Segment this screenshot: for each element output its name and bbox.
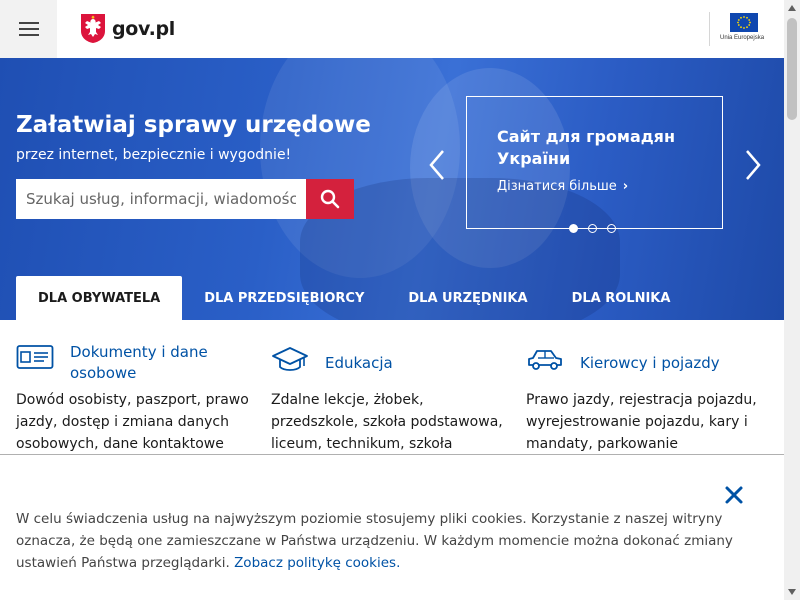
scrollbar-thumb[interactable] (787, 18, 797, 120)
tab-dla-przedsiebiorcy[interactable]: DLA PRZEDSIĘBIORCY (182, 276, 386, 320)
carousel-prev-button[interactable] (426, 148, 450, 182)
page-scrollbar[interactable] (784, 0, 800, 600)
hero-banner: Załatwiaj sprawy urzędowe przez internet… (0, 58, 784, 320)
search-bar (16, 179, 354, 219)
site-header: gov.pl Unia Europejska (0, 0, 784, 58)
cookie-text: W celu świadczenia usług na najwyższym p… (16, 508, 756, 574)
slide-title: Сайт для громадян України (497, 127, 676, 168)
tab-dla-rolnika[interactable]: DLA ROLNIKA (550, 276, 693, 320)
hero-title: Załatwiaj sprawy urzędowe (16, 112, 371, 138)
search-icon (320, 189, 340, 209)
category-title: Dokumenty i dane osobowe (70, 343, 208, 382)
category-description: Prawo jazdy, rejestracja pojazdu, wyreje… (526, 392, 757, 452)
carousel-dot[interactable] (588, 224, 597, 233)
cookie-banner: W celu świadczenia usług na najwyższym p… (0, 454, 784, 600)
car-icon (528, 350, 562, 370)
triangle-down-icon (788, 589, 796, 595)
govpl-logo[interactable]: gov.pl (80, 13, 175, 44)
tab-dla-obywatela[interactable]: DLA OBYWATELA (16, 276, 183, 320)
hero-subtitle: przez internet, bezpiecznie i wygodnie! (16, 147, 292, 163)
polish-eagle-emblem-icon (81, 14, 105, 43)
slide-link[interactable]: Дізнатися більше › (497, 179, 628, 194)
slide-link-label: Дізнатися більше (497, 179, 617, 194)
category-description: Dowód osobisty, paszport, prawo jazdy, d… (16, 392, 249, 452)
tab-dla-urzednika[interactable]: DLA URZĘDNIKA (386, 276, 549, 320)
category-title: Edukacja (325, 354, 393, 372)
chevron-right-icon: › (622, 179, 629, 194)
chevron-left-icon (429, 150, 444, 180)
carousel-dot[interactable] (607, 224, 616, 233)
cookie-policy-link[interactable]: Zobacz politykę cookies. (234, 555, 400, 571)
carousel-dot[interactable] (569, 224, 578, 233)
graduation-cap-icon (272, 347, 308, 371)
category-link[interactable]: Dokumenty i dane osobowe (16, 342, 240, 384)
chevron-right-icon (746, 150, 761, 180)
eu-flag-icon (730, 13, 758, 32)
category-link[interactable]: Kierowcy i pojazdy (526, 350, 720, 375)
id-card-icon (16, 345, 54, 369)
category-title: Kierowcy i pojazdy (580, 354, 720, 372)
eu-label: Unia Europejska (720, 35, 765, 41)
carousel-next-button[interactable] (740, 148, 764, 182)
category-grid: Dokumenty i dane osobowe Dowód osobisty,… (0, 320, 784, 454)
search-input[interactable] (16, 179, 306, 219)
carousel-slide[interactable]: Сайт для громадян України Дізнатися біль… (466, 96, 723, 229)
eu-badge: Unia Europejska (709, 12, 769, 46)
scroll-up-button[interactable] (784, 0, 800, 16)
triangle-up-icon (788, 5, 796, 11)
cookie-close-button[interactable] (722, 483, 746, 507)
category-link[interactable]: Edukacja (271, 347, 393, 375)
close-icon (725, 486, 743, 504)
logo-text: gov.pl (112, 17, 176, 40)
scroll-down-button[interactable] (784, 584, 800, 600)
hamburger-menu-icon (18, 22, 39, 36)
category-description: Zdalne lekcje, żłobek, przedszkole, szko… (271, 392, 503, 452)
search-button[interactable] (306, 179, 354, 219)
audience-tabs: DLA OBYWATELA DLA PRZEDSIĘBIORCY DLA URZ… (16, 276, 692, 320)
carousel-dots (569, 224, 616, 233)
menu-button[interactable] (0, 0, 57, 58)
